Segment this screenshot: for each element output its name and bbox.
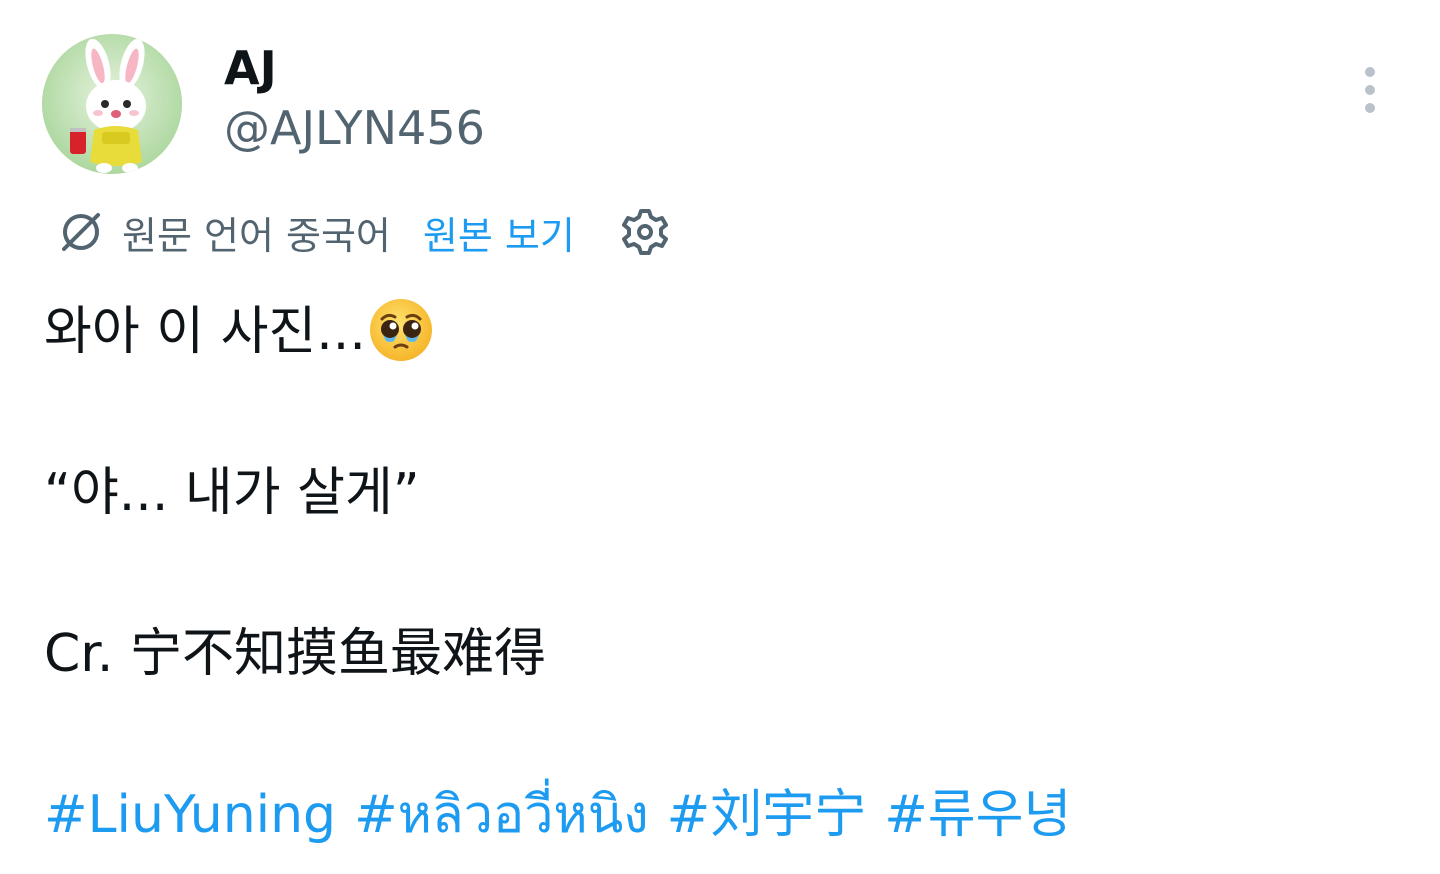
settings-gear-icon[interactable] (619, 206, 671, 258)
vertical-ellipsis-icon (1365, 67, 1375, 113)
show-original-link[interactable]: 원본 보기 (423, 205, 575, 260)
hashtag-korean[interactable]: #류우녕 (884, 785, 1071, 845)
display-name[interactable]: AJ (224, 40, 277, 96)
translate-icon (62, 213, 100, 251)
tweet-text: 와아 이 사진... “야... 내가 살게” Cr. 宁不知摸鱼最难得 #Li… (44, 292, 1404, 855)
hashtag-liuyuning[interactable]: #LiuYuning (44, 785, 336, 845)
avatar[interactable] (42, 34, 182, 174)
hashtag-list: #LiuYuning #หลิวอวี่หนิง #刘宇宁 #류우녕 (44, 775, 1404, 855)
translation-source-label: 원문 언어 중국어 (122, 213, 391, 258)
hashtag-thai[interactable]: #หลิวอวี่หนิง (354, 785, 649, 845)
tweet-line-1-text: 와아 이 사진... (44, 302, 366, 362)
more-options-button[interactable] (1346, 62, 1394, 118)
hashtag-chinese[interactable]: #刘宇宁 (667, 785, 867, 845)
user-handle[interactable]: @AJLYN456 (224, 100, 485, 156)
translation-bar: 원문 언어 중국어 원본 보기 (58, 204, 671, 260)
tweet-line-3: Cr. 宁不知摸鱼最难得 (44, 624, 546, 684)
tweet-line-2: “야... 내가 살게” (44, 463, 420, 523)
tweet-line-1: 와아 이 사진... (44, 292, 1404, 372)
pleading-face-emoji-icon (369, 299, 432, 361)
avatar-bunny-illustration (42, 34, 182, 174)
